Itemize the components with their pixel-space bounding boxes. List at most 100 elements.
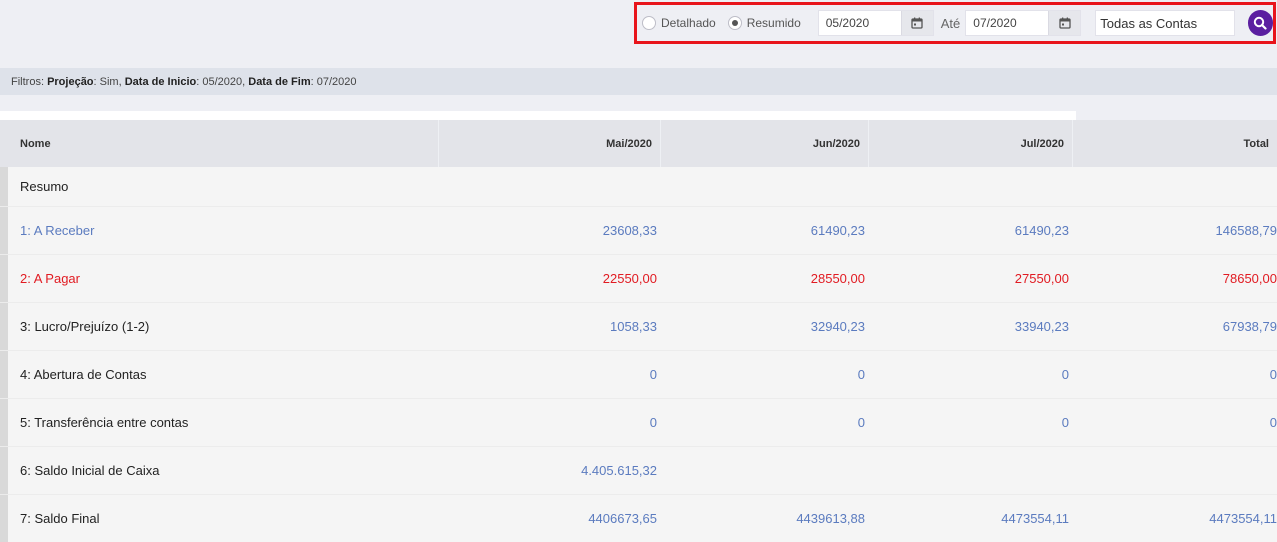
row-value: 4473554,11	[1209, 511, 1277, 526]
column-header-jul[interactable]: Jul/2020	[869, 120, 1073, 167]
row-name-cell: 2: A Pagar	[8, 255, 439, 302]
row-value-cell: 146588,79	[1073, 207, 1277, 254]
row-name-cell: 4: Abertura de Contas	[8, 351, 439, 398]
filter-summary: Filtros: Projeção: Sim, Data de Inicio : …	[0, 68, 1277, 95]
table-row: 2: A Pagar 22550,00 28550,00 27550,00 78650,…	[0, 255, 1277, 303]
row-value: 4406673,65	[588, 511, 657, 526]
table-row: 1: A Receber 23608,33 61490,23 61490,23 1465…	[0, 207, 1277, 255]
row-value-cell: 1058,33	[439, 303, 661, 350]
row-name: 4: Abertura de Contas	[20, 367, 147, 382]
table-body: 1: A Receber 23608,33 61490,23 61490,23 1465…	[0, 207, 1277, 542]
date-from-field[interactable]: 05/2020	[817, 10, 934, 36]
row-value-cell: 33940,23	[869, 303, 1073, 350]
row-value-cell: 0	[1073, 399, 1277, 446]
filter-prefix: Filtros:	[11, 75, 44, 88]
row-value-cell: 0	[661, 351, 869, 398]
row-value: 4473554,11	[1001, 511, 1069, 526]
account-select[interactable]: Todas as Contas	[1095, 10, 1235, 36]
row-name: 1: A Receber	[20, 223, 95, 238]
row-marker	[0, 495, 8, 542]
radio-resumido-dot[interactable]	[727, 16, 742, 30]
row-value: 28550,00	[810, 271, 865, 286]
date-to-field[interactable]: 07/2020	[965, 10, 1082, 36]
row-value: 0	[1269, 415, 1277, 430]
row-value: 32940,23	[810, 319, 865, 334]
row-marker	[0, 207, 8, 254]
row-value-cell: 4.405.615,32	[439, 447, 661, 494]
row-value-cell: 27550,00	[869, 255, 1073, 302]
section-title-cell: Resumo	[8, 167, 439, 206]
row-value-cell: 4406673,65	[439, 495, 661, 542]
row-value-cell: 0	[869, 399, 1073, 446]
row-name: 3: Lucro/Prejuízo (1-2)	[20, 319, 150, 334]
row-value-cell: 67938,79	[1073, 303, 1277, 350]
row-value-cell: 28550,00	[661, 255, 869, 302]
column-header-nome[interactable]: Nome	[8, 120, 439, 167]
row-value: 22550,00	[602, 271, 657, 286]
radio-resumido-label: Resumido	[746, 16, 801, 30]
row-name-cell: 1: A Receber	[8, 207, 439, 254]
row-value-cell: 22550,00	[439, 255, 661, 302]
row-value-cell: 23608,33	[439, 207, 661, 254]
row-value-cell: 0	[439, 351, 661, 398]
section-title: Resumo	[20, 179, 69, 194]
filter-fim-value: : 07/2020	[310, 75, 357, 88]
row-value: 0	[857, 367, 865, 382]
row-value-cell: 0	[661, 399, 869, 446]
row-marker	[0, 120, 8, 167]
row-value: 0	[1061, 415, 1069, 430]
row-name-cell: 3: Lucro/Prejuízo (1-2)	[8, 303, 439, 350]
row-value: 0	[649, 415, 657, 430]
row-value-cell	[869, 447, 1073, 494]
row-name: 7: Saldo Final	[20, 511, 100, 526]
filter-fim-label: Data de Fim	[248, 75, 311, 88]
row-name-cell: 6: Saldo Inicial de Caixa	[8, 447, 439, 494]
table-row: 4: Abertura de Contas 0 0 0 0	[0, 351, 1277, 399]
row-value: 23608,33	[602, 223, 657, 238]
radio-resumido[interactable]: Resumido	[727, 16, 801, 30]
row-value-cell: 4439613,88	[661, 495, 869, 542]
radio-detalhado-dot[interactable]	[642, 16, 656, 30]
filter-inicio-label: Data de Inicio	[124, 75, 197, 88]
row-value: 33940,23	[1014, 319, 1069, 334]
search-button[interactable]	[1247, 10, 1273, 36]
calendar-icon[interactable]	[900, 11, 933, 35]
row-name: 5: Transferência entre contas	[20, 415, 189, 430]
radio-detalhado[interactable]: Detalhado	[642, 16, 716, 30]
row-marker	[0, 167, 8, 206]
row-marker	[0, 303, 8, 350]
date-from-input[interactable]: 05/2020	[819, 11, 901, 35]
table-header: Nome Mai/2020 Jun/2020 Jul/2020 Total	[0, 120, 1277, 167]
row-name-cell: 5: Transferência entre contas	[8, 399, 439, 446]
search-icon	[1254, 16, 1267, 30]
radio-detalhado-label: Detalhado	[661, 16, 716, 30]
row-value: 67938,79	[1222, 319, 1277, 334]
row-name: 2: A Pagar	[20, 271, 80, 286]
row-value: 1058,33	[610, 319, 657, 334]
row-value: 0	[1061, 367, 1069, 382]
until-label: Até	[940, 15, 961, 31]
date-to-input[interactable]: 07/2020	[966, 11, 1048, 35]
row-marker	[0, 255, 8, 302]
row-value-cell	[661, 447, 869, 494]
row-value-cell: 61490,23	[869, 207, 1073, 254]
row-value-cell: 32940,23	[661, 303, 869, 350]
column-header-jun[interactable]: Jun/2020	[661, 120, 869, 167]
row-value: 61490,23	[1014, 223, 1069, 238]
column-header-mai[interactable]: Mai/2020	[439, 120, 661, 167]
filter-projecao-value: : Sim,	[93, 75, 122, 88]
row-value: 61490,23	[810, 223, 865, 238]
row-value-cell: 0	[439, 399, 661, 446]
row-marker	[0, 447, 8, 494]
table-row: 6: Saldo Inicial de Caixa 4.405.615,32	[0, 447, 1277, 495]
view-mode-radio-group: Detalhado Resumido	[642, 16, 813, 30]
row-value: 146588,79	[1215, 223, 1277, 238]
column-header-total[interactable]: Total	[1073, 120, 1277, 167]
row-name-cell: 7: Saldo Final	[8, 495, 439, 542]
row-value: 0	[857, 415, 865, 430]
row-value-cell: 78650,00	[1073, 255, 1277, 302]
row-marker	[0, 399, 8, 446]
filter-projecao-label: Projeção	[47, 75, 94, 88]
calendar-icon[interactable]	[1048, 11, 1081, 35]
table-row: 7: Saldo Final 4406673,65 4439613,88 447355…	[0, 495, 1277, 542]
